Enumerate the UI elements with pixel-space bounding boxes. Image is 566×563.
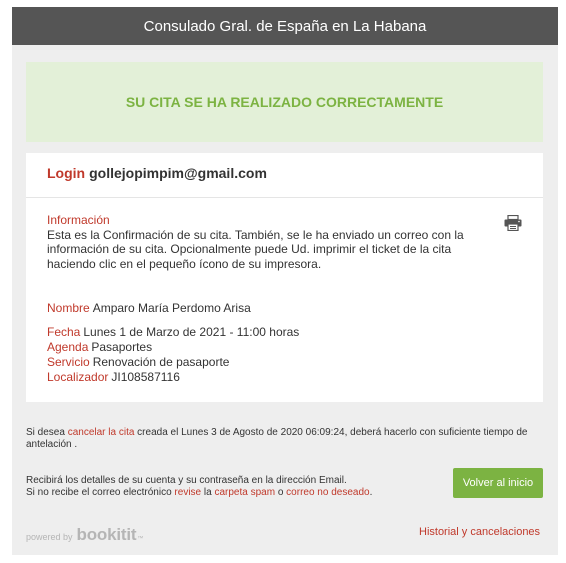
history-cancellations-link[interactable]: Historial y cancelaciones xyxy=(419,526,540,538)
powered-by: powered by bookitit ™ xyxy=(26,525,143,545)
page-header: Consulado Gral. de España en La Habana xyxy=(12,7,558,45)
localizador-value: JI108587116 xyxy=(111,370,180,384)
email-note: Recibirá los detalles de su cuenta y su … xyxy=(26,475,446,498)
spam-folder-link[interactable]: carpeta spam xyxy=(214,487,275,498)
email-note-mid2: o xyxy=(275,486,287,498)
nombre-label: Nombre xyxy=(47,301,90,315)
fecha-label: Fecha xyxy=(47,325,81,339)
email-note-prefix: Si no recibe el correo electrónico xyxy=(26,486,175,498)
appointment-card: Login gollejopimpim@gmail.com Información… xyxy=(26,153,543,402)
junk-mail-link[interactable]: correo no deseado xyxy=(286,487,369,498)
agenda-label: Agenda xyxy=(47,340,89,354)
bookitit-trademark: ™ xyxy=(137,536,144,542)
servicio-value: Renovación de pasaporte xyxy=(92,355,230,369)
info-section: Información Esta es la Confirmación de s… xyxy=(47,213,477,271)
agenda-value: Pasaportes xyxy=(91,340,153,354)
detail-localizador: Localizador JI108587116 xyxy=(47,370,180,385)
bookitit-logo: bookitit xyxy=(76,525,137,544)
nombre-value: Amparo María Perdomo Arisa xyxy=(92,301,251,315)
login-email: gollejopimpim@gmail.com xyxy=(89,165,267,181)
detail-agenda: Agenda Pasaportes xyxy=(47,340,152,355)
card-divider xyxy=(26,197,543,198)
back-to-start-label: Volver al inicio xyxy=(462,477,534,489)
back-to-start-button[interactable]: Volver al inicio xyxy=(453,468,543,498)
success-message: SU CITA SE HA REALIZADO CORRECTAMENTE xyxy=(125,94,444,110)
success-banner: SU CITA SE HA REALIZADO CORRECTAMENTE xyxy=(26,62,543,142)
email-note-line2: Si no recibe el correo electrónico revis… xyxy=(26,487,446,499)
detail-nombre: Nombre Amparo María Perdomo Arisa xyxy=(47,301,251,316)
login-row: Login gollejopimpim@gmail.com xyxy=(47,165,267,181)
revise-link[interactable]: revise xyxy=(174,487,201,498)
localizador-label: Localizador xyxy=(47,370,109,384)
cancel-note-prefix: Si desea xyxy=(26,427,68,438)
email-note-line1: Recibirá los detalles de su cuenta y su … xyxy=(26,475,347,486)
detail-servicio: Servicio Renovación de pasaporte xyxy=(47,355,229,370)
cancel-appointment-link[interactable]: cancelar la cita xyxy=(68,427,135,438)
powered-by-text: powered by xyxy=(26,532,73,542)
fecha-value: Lunes 1 de Marzo de 2021 - 11:00 horas xyxy=(83,325,300,339)
email-note-end: . xyxy=(369,486,373,498)
printer-icon[interactable] xyxy=(504,214,522,232)
detail-fecha: Fecha Lunes 1 de Marzo de 2021 - 11:00 ho… xyxy=(47,325,299,340)
login-label: Login xyxy=(47,165,86,181)
info-text: Esta es la Confirmación de su cita. Tamb… xyxy=(47,227,464,271)
header-title: Consulado Gral. de España en La Habana xyxy=(143,17,427,35)
email-note-mid1: la xyxy=(201,486,215,498)
page-frame: Consulado Gral. de España en La Habana S… xyxy=(12,7,558,555)
info-label: Información xyxy=(47,213,110,227)
servicio-label: Servicio xyxy=(47,355,90,369)
cancel-note: Si desea cancelar la cita creada el Lune… xyxy=(26,427,546,450)
